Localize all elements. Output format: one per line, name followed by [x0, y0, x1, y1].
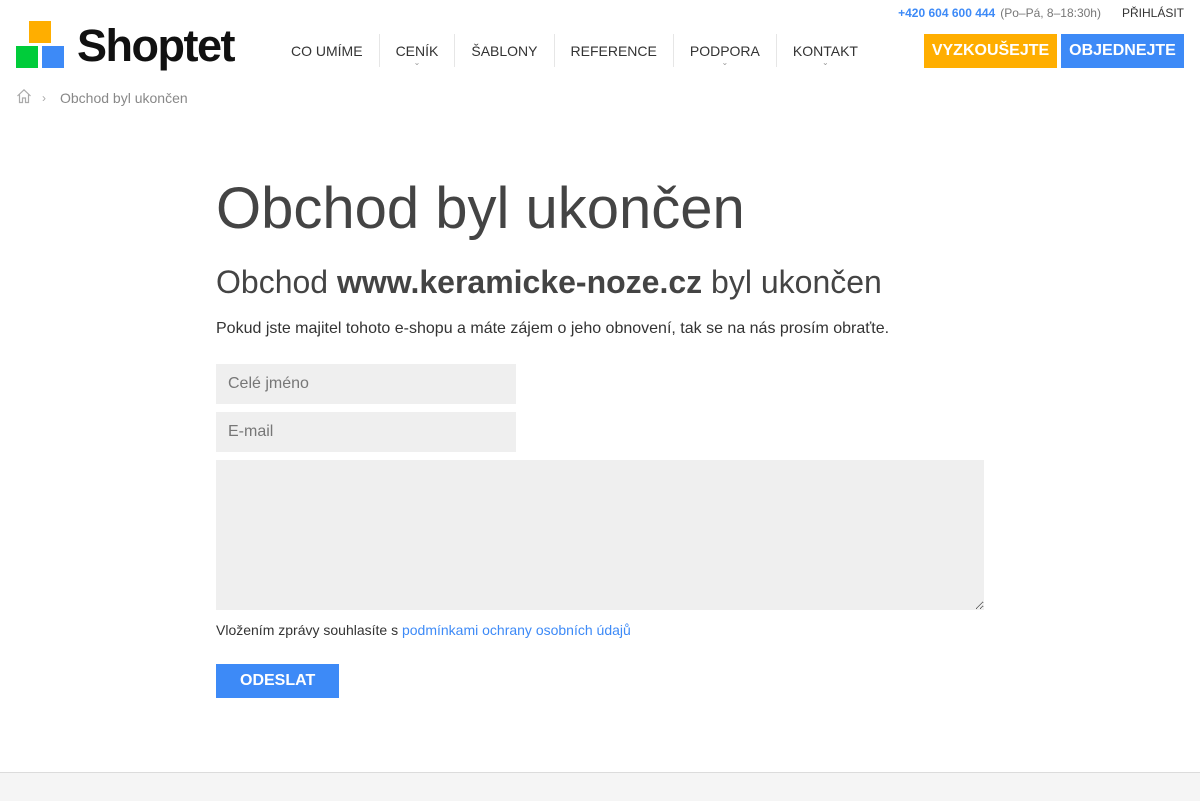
logo-squares-icon	[16, 21, 64, 69]
contact-form: Vložením zprávy souhlasíte s podmínkami …	[216, 363, 984, 698]
breadcrumb: › Obchod byl ukončen	[16, 88, 188, 107]
main-nav: CO UMÍME CENÍK ⌄ ŠABLONY REFERENCE PODPO…	[275, 34, 874, 67]
support-hours: (Po–Pá, 8–18:30h)	[1000, 6, 1101, 20]
page-subtitle: Obchod www.keramicke-noze.cz byl ukončen	[216, 263, 984, 300]
nav-item-label: CENÍK	[395, 42, 439, 59]
breadcrumb-separator-icon: ›	[42, 90, 46, 105]
try-button[interactable]: VYZKOUŠEJTE	[924, 34, 1057, 68]
privacy-policy-link[interactable]: podmínkami ochrany osobních údajů	[402, 622, 631, 638]
email-input[interactable]	[216, 411, 516, 452]
consent-note: Vložením zprávy souhlasíte s podmínkami …	[216, 622, 984, 638]
nav-item-label: CO UMÍME	[291, 42, 363, 59]
nav-item-sablony[interactable]: ŠABLONY	[454, 34, 553, 67]
chevron-down-icon: ⌄	[721, 58, 729, 67]
home-icon[interactable]	[16, 88, 32, 107]
logo-wordmark: Shoptet	[77, 19, 235, 71]
nav-item-kontakt[interactable]: KONTAKT ⌄	[775, 34, 874, 67]
top-utility-bar: +420 604 600 444 (Po–Pá, 8–18:30h) PŘIHL…	[898, 6, 1184, 20]
shoptet-logo[interactable]: Shoptet	[16, 17, 235, 73]
nav-item-label: ŠABLONY	[471, 42, 538, 59]
nav-item-reference[interactable]: REFERENCE	[553, 34, 673, 67]
shop-domain: www.keramicke-noze.cz	[336, 263, 703, 300]
chevron-down-icon: ⌄	[822, 58, 829, 67]
nav-item-label: REFERENCE	[570, 42, 657, 59]
nav-item-label: KONTAKT	[792, 42, 858, 59]
main-content: Obchod byl ukončen Obchod www.keramicke-…	[216, 176, 984, 698]
support-phone-link[interactable]: +420 604 600 444	[898, 6, 995, 20]
message-textarea[interactable]	[216, 459, 984, 610]
consent-text: Vložením zprávy souhlasíte s	[216, 621, 402, 638]
order-button[interactable]: OBJEDNEJTE	[1061, 34, 1184, 68]
login-link[interactable]: PŘIHLÁSIT	[1122, 6, 1184, 20]
full-name-input[interactable]	[216, 363, 516, 404]
nav-item-label: PODPORA	[689, 42, 760, 59]
page-title: Obchod byl ukončen	[216, 176, 745, 241]
nav-item-podpora[interactable]: PODPORA ⌄	[672, 34, 776, 67]
chevron-down-icon: ⌄	[413, 58, 421, 67]
breadcrumb-current: Obchod byl ukončen	[60, 89, 188, 106]
footer	[0, 772, 1200, 801]
nav-item-co-umime[interactable]: CO UMÍME	[275, 34, 379, 67]
intro-text: Pokud jste majitel tohoto e-shopu a máte…	[216, 319, 890, 337]
subtitle-suffix: byl ukončen	[702, 263, 882, 300]
nav-item-cenik[interactable]: CENÍK ⌄	[378, 34, 455, 67]
submit-button[interactable]: ODESLAT	[216, 663, 340, 698]
subtitle-prefix: Obchod	[216, 263, 337, 300]
